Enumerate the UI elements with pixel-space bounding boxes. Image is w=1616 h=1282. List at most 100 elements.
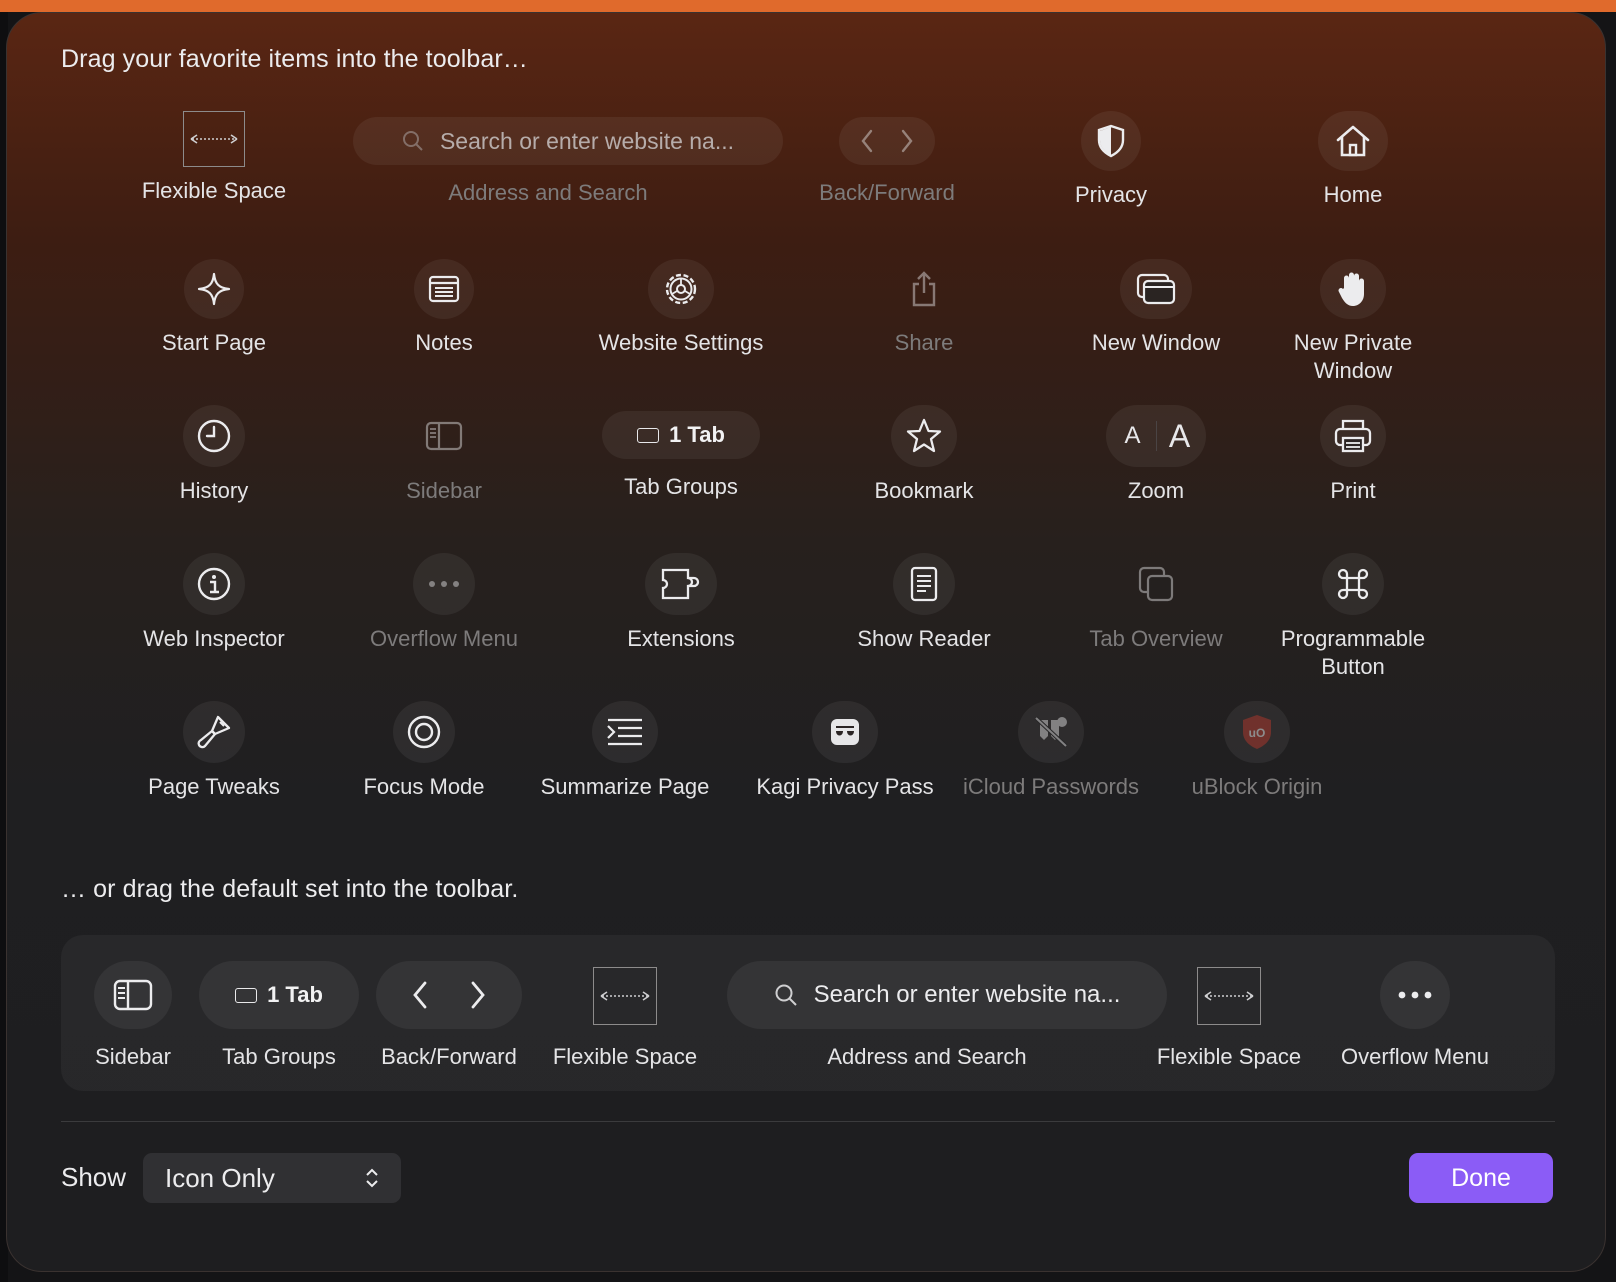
back-forward-control — [839, 117, 935, 165]
address-search-field: Search or enter website na... — [353, 117, 783, 165]
key-icon — [1018, 701, 1084, 763]
default-back-forward[interactable]: Back/Forward — [375, 961, 523, 1071]
item-history[interactable]: History — [99, 405, 329, 505]
chevron-right-icon — [471, 981, 485, 1009]
default-tab-groups[interactable]: 1 Tab Tab Groups — [197, 961, 361, 1071]
item-print[interactable]: Print — [1243, 405, 1463, 505]
search-placeholder: Search or enter website na... — [439, 127, 735, 154]
item-label: Start Page — [162, 330, 266, 355]
item-label: Back/Forward — [381, 1044, 517, 1069]
item-tab-overview[interactable]: Tab Overview — [1043, 553, 1269, 653]
tab-count-label: 1 Tab — [669, 422, 725, 447]
default-sidebar[interactable]: Sidebar — [75, 961, 191, 1071]
done-button[interactable]: Done — [1409, 1153, 1553, 1203]
item-website-settings[interactable]: Website Settings — [561, 259, 801, 357]
item-label: History — [179, 478, 249, 503]
item-label: Back/Forward — [819, 180, 955, 205]
target-icon — [393, 701, 455, 763]
default-flexible-space-2[interactable]: Flexible Space — [1141, 967, 1317, 1071]
item-kagi-privacy-pass[interactable]: Kagi Privacy Pass — [745, 701, 945, 801]
tab-groups-pill: 1 Tab — [602, 411, 760, 459]
command-icon — [1322, 553, 1384, 615]
item-label: New Private Window — [1293, 330, 1413, 383]
item-label: Summarize Page — [540, 774, 710, 799]
zoom-out-glyph: A — [1124, 422, 1141, 449]
ellipsis-icon — [413, 553, 475, 615]
item-back-forward[interactable]: Back/Forward — [797, 117, 977, 207]
default-toolbar-set[interactable]: Sidebar 1 Tab Tab Groups Back/Forward Fl… — [61, 935, 1555, 1091]
show-label: Show — [61, 1162, 127, 1192]
item-label: Kagi Privacy Pass — [756, 774, 934, 799]
puzzle-icon — [645, 553, 717, 615]
ellipsis-icon — [1380, 961, 1450, 1029]
item-tab-groups[interactable]: 1 Tab Tab Groups — [561, 411, 801, 501]
window-top-edge — [0, 0, 1616, 12]
item-label: Tab Groups — [222, 1044, 336, 1069]
house-icon — [1318, 111, 1388, 171]
item-bookmark[interactable]: Bookmark — [814, 405, 1034, 505]
default-flexible-space-1[interactable]: Flexible Space — [537, 967, 713, 1071]
item-home[interactable]: Home — [1243, 111, 1463, 209]
shield-icon — [1081, 111, 1141, 171]
item-label: Bookmark — [874, 478, 974, 503]
item-focus-mode[interactable]: Focus Mode — [319, 701, 529, 801]
item-label: Zoom — [1127, 478, 1185, 503]
item-label: uBlock Origin — [1191, 774, 1323, 799]
item-summarize-page[interactable]: Summarize Page — [525, 701, 725, 801]
default-overflow-menu[interactable]: Overflow Menu — [1329, 961, 1501, 1071]
item-label: Home — [1323, 182, 1383, 207]
item-label: Sidebar — [95, 1044, 171, 1069]
svg-text:uO: uO — [1249, 726, 1266, 740]
heading-favorite-items: Drag your favorite items into the toolba… — [61, 45, 528, 73]
item-label: Flexible Space — [1156, 1044, 1302, 1069]
chevron-left-icon — [413, 981, 427, 1009]
item-label: Tab Groups — [624, 474, 738, 499]
item-show-reader[interactable]: Show Reader — [814, 553, 1034, 653]
tab-count-label: 1 Tab — [267, 982, 323, 1007]
search-placeholder: Search or enter website na... — [813, 981, 1121, 1008]
item-label: Print — [1330, 478, 1376, 503]
tab-icon — [637, 427, 660, 443]
new-window-icon — [1120, 259, 1192, 319]
flexible-space-icon — [183, 111, 245, 167]
item-notes[interactable]: Notes — [329, 259, 559, 357]
notes-icon — [414, 259, 474, 319]
item-label: iCloud Passwords — [962, 774, 1140, 799]
item-flexible-space[interactable]: Flexible Space — [99, 111, 329, 205]
item-zoom[interactable]: A A Zoom — [1043, 405, 1269, 505]
item-web-inspector[interactable]: Web Inspector — [99, 553, 329, 653]
item-icloud-passwords[interactable]: iCloud Passwords — [951, 701, 1151, 801]
item-extensions[interactable]: Extensions — [561, 553, 801, 653]
sidebar-icon — [94, 961, 172, 1029]
item-share[interactable]: Share — [814, 259, 1034, 357]
item-label: Page Tweaks — [148, 774, 280, 799]
show-mode-select[interactable]: Icon Only — [143, 1153, 401, 1203]
item-label: Share — [894, 330, 954, 355]
item-address-and-search[interactable]: Search or enter website na... Address an… — [353, 117, 783, 207]
item-privacy[interactable]: Privacy — [1001, 111, 1221, 209]
summarize-icon — [592, 701, 658, 763]
ublock-shield-icon: uO — [1224, 701, 1290, 763]
item-sidebar[interactable]: Sidebar — [329, 405, 559, 505]
item-programmable-button[interactable]: Programmable Button — [1243, 553, 1463, 681]
chevron-right-icon — [901, 129, 913, 153]
zoom-in-glyph: A — [1168, 417, 1191, 454]
flexible-space-icon — [1197, 967, 1261, 1025]
item-new-private-window[interactable]: New Private Window — [1243, 259, 1463, 385]
item-new-window[interactable]: New Window — [1043, 259, 1269, 357]
default-address-and-search[interactable]: Search or enter website na... Address an… — [727, 961, 1167, 1071]
item-label: Web Inspector — [143, 626, 285, 651]
clock-icon — [183, 405, 245, 467]
item-label: Show Reader — [857, 626, 991, 651]
item-page-tweaks[interactable]: Page Tweaks — [99, 701, 329, 801]
zoom-control: A A — [1106, 405, 1206, 467]
hand-icon — [1320, 259, 1386, 319]
tab-groups-pill: 1 Tab — [199, 961, 359, 1029]
item-label: Notes — [415, 330, 473, 355]
address-search-field: Search or enter website na... — [727, 961, 1167, 1029]
flexible-space-icon — [593, 967, 657, 1025]
item-ublock-origin[interactable]: uO uBlock Origin — [1157, 701, 1357, 801]
item-start-page[interactable]: Start Page — [99, 259, 329, 357]
item-overflow-menu[interactable]: Overflow Menu — [329, 553, 559, 653]
item-label: Flexible Space — [552, 1044, 698, 1069]
